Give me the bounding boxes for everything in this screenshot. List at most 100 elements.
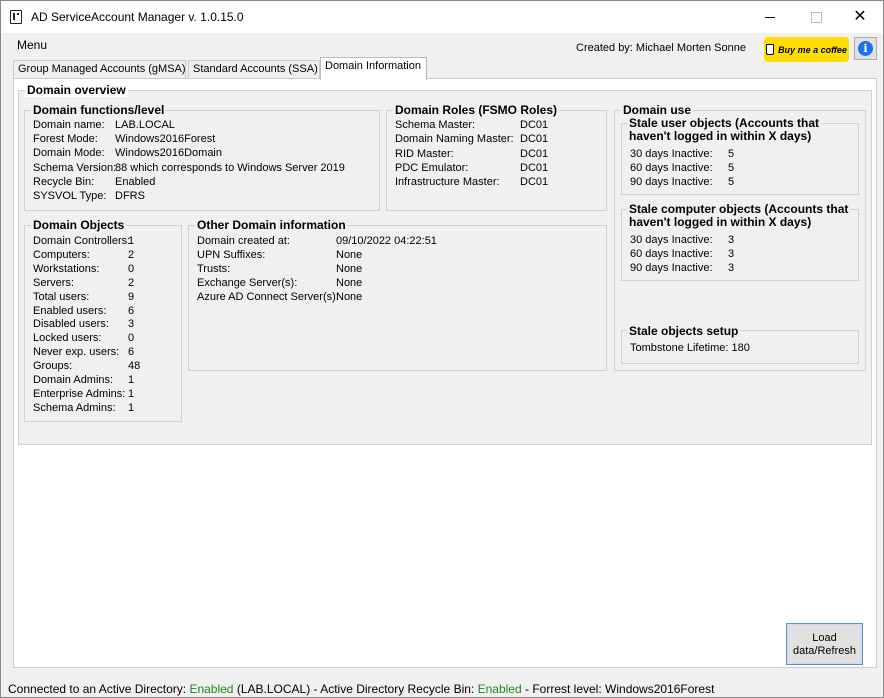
row-value: LAB.LOCAL — [115, 119, 175, 131]
row-label: Groups: — [33, 360, 73, 373]
status-forest-label: Forrest level: — [532, 682, 602, 696]
coffee-label: Buy me a coffee — [778, 44, 847, 55]
menu-item[interactable]: Menu — [17, 38, 47, 52]
row-label: Never exp. users: — [33, 346, 120, 359]
buy-me-a-coffee-button[interactable]: Buy me a coffee — [764, 37, 849, 62]
row-value: DC01 — [520, 133, 549, 146]
row-label: Domain created at: — [197, 235, 290, 247]
app-window: AD ServiceAccount Manager v. 1.0.15.0 ✕ … — [0, 0, 884, 698]
status-recycle-label: Active Directory Recycle Bin: — [320, 682, 475, 696]
row-value: 88 which corresponds to Windows Server 2… — [115, 161, 345, 174]
row-label: Domain Naming Master: — [395, 133, 514, 146]
tab-gmsa[interactable]: Group Managed Accounts (gMSA) — [13, 60, 186, 79]
row-value: DC01 — [520, 176, 549, 189]
domain-use-title: Domain use — [621, 103, 694, 117]
row-label: Trusts: — [197, 263, 231, 275]
row-value: Windows2016Domain — [115, 147, 222, 160]
row-label: Exchange Server(s): — [197, 277, 298, 289]
row-value: 1 — [128, 401, 135, 414]
close-button[interactable]: ✕ — [837, 1, 883, 33]
row-value: 5 — [728, 162, 735, 174]
created-by-label: Created by: Michael Morten Sonne — [576, 42, 746, 54]
row-label: Infrastructure Master: — [395, 176, 500, 189]
tombstone-lifetime: Tombstone Lifetime: 180 — [630, 342, 750, 354]
stale-computers-title: Stale computer objects (Accounts that ha… — [627, 203, 851, 229]
info-button[interactable]: i — [854, 37, 877, 60]
status-connected-label: Connected to an Active Directory: — [8, 682, 187, 696]
row-label: Disabled users: — [33, 318, 109, 331]
status-forest-value: Windows2016Forest — [605, 682, 715, 696]
row-value: DC01 — [520, 161, 549, 174]
row-value: 3 — [728, 234, 735, 246]
domain-functions-title: Domain functions/level — [31, 103, 167, 117]
row-value: 6 — [128, 346, 135, 359]
row-value: 0 — [128, 332, 135, 345]
other-domain-info-title: Other Domain information — [195, 218, 348, 232]
row-label: Recycle Bin: — [33, 175, 95, 188]
row-label: Domain Admins: — [33, 374, 114, 386]
row-label: 90 days Inactive: — [630, 262, 713, 274]
row-value: DFRS — [115, 190, 145, 202]
domain-overview-title: Domain overview — [25, 83, 128, 97]
info-icon: i — [858, 41, 873, 56]
row-label: Workstations: — [33, 262, 100, 275]
row-value: 3 — [128, 318, 135, 331]
row-label: Schema Version: — [33, 161, 117, 174]
load-label-line1: Load — [812, 632, 837, 644]
row-label: 60 days Inactive: — [630, 162, 713, 174]
row-value: 3 — [728, 262, 735, 274]
row-value: None — [336, 291, 363, 303]
title-bar: AD ServiceAccount Manager v. 1.0.15.0 ✕ — [1, 1, 883, 33]
row-value: None — [336, 277, 363, 289]
row-value: 9 — [128, 290, 135, 303]
row-label: Enabled users: — [33, 304, 107, 317]
stale-users-title: Stale user objects (Accounts that haven'… — [627, 117, 822, 143]
status-separator: - — [313, 682, 318, 696]
row-label: SYSVOL Type: — [33, 190, 107, 202]
row-label: Enterprise Admins: — [33, 387, 126, 400]
load-refresh-button[interactable]: Load data/Refresh — [786, 623, 863, 665]
row-value: Enabled — [115, 175, 156, 188]
coffee-cup-icon — [766, 44, 775, 55]
row-value: 48 — [128, 360, 141, 373]
stale-users-title-line2: haven't logged in within X days) — [629, 129, 812, 143]
row-label: Forest Mode: — [33, 133, 98, 146]
row-value: 6 — [128, 304, 135, 317]
tab-domain-information[interactable]: Domain Information — [320, 57, 427, 80]
domain-roles-title: Domain Roles (FSMO Roles) — [393, 103, 560, 117]
row-label: Domain Mode: — [33, 147, 105, 160]
maximize-button[interactable] — [793, 1, 839, 33]
row-value: 09/10/2022 04:22:51 — [336, 235, 437, 247]
row-value: DC01 — [520, 147, 549, 160]
row-label: 30 days Inactive: — [630, 234, 713, 246]
row-label: Schema Master: — [395, 119, 476, 131]
row-value: 5 — [728, 176, 735, 188]
row-label: Locked users: — [33, 332, 102, 345]
status-separator: - — [524, 682, 529, 696]
row-label: PDC Emulator: — [395, 161, 469, 174]
row-label: 30 days Inactive: — [630, 148, 713, 160]
status-connected-value: Enabled — [189, 682, 234, 696]
row-value: 5 — [728, 148, 735, 160]
row-label: 90 days Inactive: — [630, 176, 713, 188]
row-value: DC01 — [520, 119, 549, 131]
domain-objects-title: Domain Objects — [31, 218, 127, 232]
row-value: Windows2016Forest — [115, 133, 216, 146]
app-icon — [10, 10, 22, 24]
tab-ssa[interactable]: Standard Accounts (SSA) — [188, 60, 320, 79]
row-label: Computers: — [33, 248, 90, 261]
row-value: 2 — [128, 248, 135, 261]
row-value: 1 — [128, 235, 135, 247]
row-label: Domain Controllers: — [33, 235, 131, 247]
status-bar: Connected to an Active Directory: Enable… — [8, 682, 714, 696]
row-value: None — [336, 263, 363, 275]
minimize-button[interactable] — [747, 1, 793, 33]
row-label: UPN Suffixes: — [197, 249, 266, 261]
row-value: 2 — [128, 276, 135, 289]
row-value: 1 — [128, 374, 135, 386]
row-label: RID Master: — [395, 147, 454, 160]
row-label: Azure AD Connect Server(s): — [197, 291, 339, 303]
row-value: 3 — [728, 248, 735, 260]
stale-computers-title-line2: haven't logged in within X days) — [629, 215, 812, 229]
window-title: AD ServiceAccount Manager v. 1.0.15.0 — [31, 10, 244, 24]
